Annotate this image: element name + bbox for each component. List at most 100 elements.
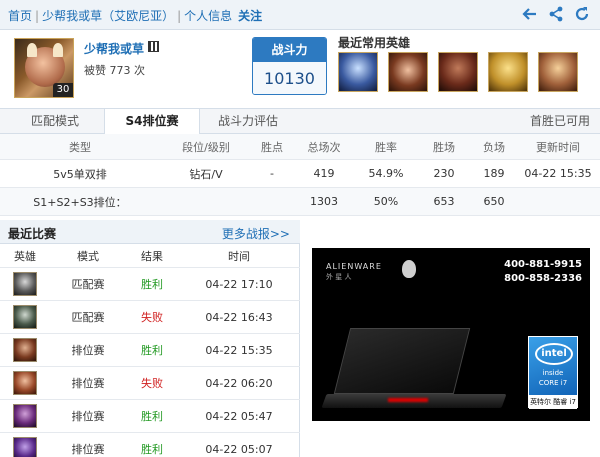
refresh-icon[interactable] [574,6,590,22]
cell-type: S1+S2+S3排位： [33,195,127,209]
match-result: 胜利 [141,443,163,456]
match-hero-icon [13,272,37,296]
breadcrumb-separator: | [35,9,40,23]
table-row: S1+S2+S3排位： 1303 50% 653 650 [0,188,600,216]
top-nav-bar: 首页 | 少帮我或草（艾欧尼亚） | 个人信息 关注 [0,0,600,30]
laptop-glow [388,398,428,402]
intel-caption: 英特尔 酷睿 i7 [529,395,577,409]
match-hero-icon [13,305,37,329]
laptop-screen [333,328,471,394]
recent-matches-header: 最近比赛 更多战报>> [0,220,300,244]
match-time: 04-22 05:47 [205,409,273,423]
table-row[interactable]: 排位赛 胜利 04-22 15:35 [0,334,300,367]
breadcrumb-summoner-link[interactable]: 少帮我或草（艾欧尼亚） [42,7,174,24]
more-reports-link[interactable]: 更多战报>> [222,225,290,242]
follow-button[interactable]: 关注 [238,7,262,24]
cell-type: 5v5单双排 [53,167,107,181]
match-result: 胜利 [141,278,163,291]
intel-logo: intel [535,343,573,365]
ad-phone-1: 400-881-9915 [504,259,582,270]
match-mode: 排位赛 [71,377,105,390]
back-arrow-icon[interactable] [522,6,538,22]
cell-updated: 04-22 15:35 [524,167,592,180]
power-score-box: 战斗力 10130 [252,37,327,95]
col-hero: 英雄 [14,249,36,263]
rank-table-header: 类型 段位/级别 胜点 总场次 胜率 胜场 负场 更新时间 [0,134,600,160]
frequent-hero-4[interactable] [488,52,528,92]
match-time: 04-22 06:20 [205,376,273,390]
match-mode: 排位赛 [71,443,105,456]
cell-winrate: 54.9% [368,167,404,180]
table-row: 5v5单双排 钻石/V - 419 54.9% 230 189 04-22 15… [0,160,600,188]
col-wins: 胜场 [433,140,455,154]
match-mode: 匹配赛 [71,278,105,291]
cell-total: 1303 [310,195,338,208]
table-row[interactable]: 排位赛 胜利 04-22 05:07 [0,433,300,457]
recent-matches-panel: 最近比赛 更多战报>> 英雄 模式 结果 时间 匹配赛 胜利 04-22 17:… [0,220,300,457]
cell-points: - [270,167,274,180]
cell-winrate: 50% [373,195,399,208]
cell-tier: 钻石/V [189,167,223,181]
match-result: 胜利 [141,344,163,357]
first-win-status: 首胜已可用 [529,114,590,128]
cell-losses: 189 [483,167,505,180]
match-hero-icon [13,371,37,395]
share-icon[interactable] [548,6,564,22]
match-result: 胜利 [141,410,163,423]
col-time: 时间 [228,249,250,263]
match-time: 04-22 16:43 [205,310,273,324]
match-time: 04-22 17:10 [205,277,273,291]
frequent-hero-2[interactable] [388,52,428,92]
breadcrumb: 首页 | 少帮我或草（艾欧尼亚） | 个人信息 关注 [8,7,262,24]
intel-inside-text: inside [542,369,564,377]
frequent-hero-3[interactable] [438,52,478,92]
rank-stats-table: 类型 段位/级别 胜点 总场次 胜率 胜场 负场 更新时间 5v5单双排 钻石/… [0,134,600,216]
col-tier: 段位/级别 [182,140,230,154]
frequent-heroes-list [338,52,578,92]
match-mode: 匹配赛 [71,311,105,324]
col-type: 类型 [69,140,91,154]
col-points: 胜点 [261,140,283,154]
mode-tabs: 匹配模式 S4排位赛 战斗力评估 首胜已可用 [0,108,600,135]
col-result: 结果 [141,249,163,263]
match-time: 04-22 05:07 [205,442,273,456]
breadcrumb-home-link[interactable]: 首页 [8,7,32,24]
frequent-hero-1[interactable] [338,52,378,92]
avatar: 30 [14,38,74,98]
tab-power-evaluation[interactable]: 战斗力评估 [200,109,296,134]
col-losses: 负场 [483,140,505,154]
power-value: 10130 [253,62,326,94]
table-row[interactable]: 匹配赛 胜利 04-22 17:10 [0,268,300,301]
alien-logo-icon [402,260,416,278]
breadcrumb-current: 个人信息 [184,9,233,23]
likes-count: 被赞 773 次 [84,64,145,77]
ad-brand: ALIENWARE [326,262,382,271]
summoner-name[interactable]: 少帮我或草 [84,40,144,57]
match-mode: 排位赛 [71,344,105,357]
horn-icon [27,43,37,57]
table-row[interactable]: 排位赛 胜利 04-22 05:47 [0,400,300,433]
frequent-hero-5[interactable] [538,52,578,92]
match-hero-icon [13,404,37,428]
cell-wins: 230 [433,167,455,180]
match-hero-icon [13,338,37,362]
table-row[interactable]: 排位赛 失败 04-22 06:20 [0,367,300,400]
col-updated: 更新时间 [536,140,580,154]
recent-matches-title: 最近比赛 [8,227,57,241]
match-mode: 排位赛 [71,410,105,423]
ad-phone-2: 800-858-2336 [504,273,582,284]
table-row[interactable]: 匹配赛 失败 04-22 16:43 [0,301,300,334]
qr-code-icon[interactable] [148,41,159,52]
match-time: 04-22 15:35 [205,343,273,357]
tab-s4-ranked[interactable]: S4排位赛 [104,109,200,135]
tab-normal-mode[interactable]: 匹配模式 [0,109,110,134]
cell-wins: 653 [433,195,455,208]
cell-total: 419 [313,167,335,180]
advertisement-banner[interactable]: ALIENWARE 外 星 人 400-881-9915 800-858-233… [312,248,590,421]
horn-icon [53,43,63,57]
col-winrate: 胜率 [375,140,397,154]
match-result: 失败 [141,377,163,390]
cell-losses: 650 [483,195,505,208]
breadcrumb-separator: | [177,9,182,23]
ad-brand-cn: 外 星 人 [326,273,352,281]
